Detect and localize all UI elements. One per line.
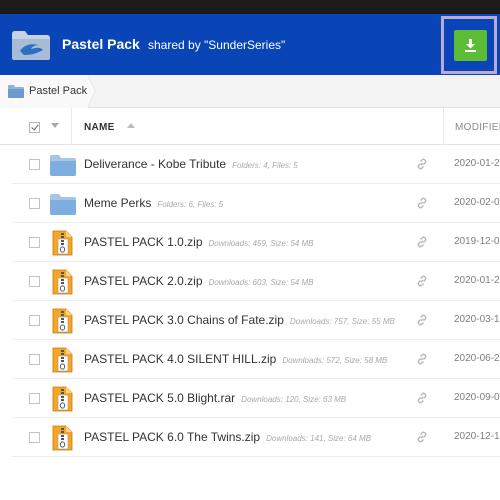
- modified-date: 2020-09-0: [454, 392, 500, 403]
- file-name[interactable]: PASTEL PACK 1.0.zip Downloads: 459, Size:…: [84, 235, 313, 249]
- file-name[interactable]: PASTEL PACK 3.0 Chains of Fate.zip Downlo…: [84, 313, 395, 327]
- modified-column-header[interactable]: MODIFIED: [455, 122, 500, 133]
- file-name[interactable]: PASTEL PACK 6.0 The Twins.zip Downloads: …: [84, 430, 371, 444]
- row-checkbox[interactable]: [29, 159, 40, 170]
- share-link-icon[interactable]: [416, 235, 428, 253]
- breadcrumb-separator-inner: [87, 75, 95, 108]
- name-column-header[interactable]: NAME: [84, 122, 115, 133]
- download-highlight: [441, 16, 497, 74]
- share-link-icon[interactable]: [416, 313, 428, 331]
- breadcrumb: Pastel Pack: [0, 75, 500, 108]
- modified-date: 2020-02-0: [454, 197, 500, 208]
- file-name[interactable]: PASTEL PACK 5.0 Blight.rar Downloads: 120…: [84, 391, 346, 405]
- file-name-label[interactable]: PASTEL PACK 4.0 SILENT HILL.zip: [84, 352, 276, 366]
- share-header: Pastel Pack shared by "SunderSeries": [0, 14, 500, 75]
- file-name[interactable]: PASTEL PACK 2.0.zip Downloads: 603, Size:…: [84, 274, 313, 288]
- file-meta: Folders: 4, Files: 5: [232, 161, 298, 170]
- row-checkbox[interactable]: [29, 237, 40, 248]
- zip-file-icon: [50, 386, 74, 417]
- column-header: [0, 108, 500, 145]
- share-link-icon[interactable]: [416, 391, 428, 409]
- share-link-icon[interactable]: [416, 157, 428, 175]
- table-row[interactable]: PASTEL PACK 3.0 Chains of Fate.zip Downlo…: [12, 301, 500, 340]
- row-checkbox[interactable]: [29, 393, 40, 404]
- table-row[interactable]: Meme Perks Folders: 6, Files: 5 2020-02-0: [12, 184, 500, 223]
- select-options-caret-icon[interactable]: [51, 123, 59, 128]
- row-checkbox[interactable]: [29, 198, 40, 209]
- file-name-label[interactable]: Deliverance - Kobe Tribute: [84, 157, 226, 171]
- file-name-label[interactable]: PASTEL PACK 2.0.zip: [84, 274, 203, 288]
- modified-date: 2020-06-2: [454, 353, 500, 364]
- table-row[interactable]: Deliverance - Kobe Tribute Folders: 4, Fi…: [12, 145, 500, 184]
- zip-file-icon: [50, 230, 74, 261]
- file-name-label[interactable]: PASTEL PACK 3.0 Chains of Fate.zip: [84, 313, 284, 327]
- modified-date: 2020-01-2: [454, 275, 500, 286]
- table-row[interactable]: PASTEL PACK 4.0 SILENT HILL.zip Downloads…: [12, 340, 500, 379]
- share-link-icon[interactable]: [416, 430, 428, 448]
- file-name-label[interactable]: PASTEL PACK 1.0.zip: [84, 235, 203, 249]
- share-link-icon[interactable]: [416, 352, 428, 370]
- select-all-checkbox[interactable]: [29, 122, 40, 133]
- folder-icon: [50, 193, 76, 220]
- share-link-icon[interactable]: [416, 196, 428, 214]
- breadcrumb-item-root[interactable]: Pastel Pack: [0, 75, 88, 108]
- file-meta: Downloads: 459, Size: 54 MB: [208, 239, 314, 248]
- table-row[interactable]: PASTEL PACK 6.0 The Twins.zip Downloads: …: [12, 418, 500, 457]
- zip-file-icon: [50, 347, 74, 378]
- folder-icon: [8, 85, 24, 98]
- download-icon: [465, 39, 476, 52]
- file-meta: Folders: 6, Files: 5: [157, 200, 224, 209]
- breadcrumb-label: Pastel Pack: [29, 85, 88, 97]
- file-name[interactable]: Deliverance - Kobe Tribute Folders: 4, Fi…: [84, 157, 298, 171]
- shared-folder-icon: [12, 31, 50, 60]
- table-row[interactable]: PASTEL PACK 5.0 Blight.rar Downloads: 120…: [12, 379, 500, 418]
- row-checkbox[interactable]: [29, 276, 40, 287]
- folder-icon: [50, 154, 76, 181]
- top-strip: [0, 0, 500, 14]
- sort-ascending-icon[interactable]: [127, 123, 135, 128]
- column-divider: [71, 108, 72, 145]
- row-checkbox[interactable]: [29, 315, 40, 326]
- column-divider: [443, 108, 444, 145]
- share-link-icon[interactable]: [416, 274, 428, 292]
- zip-file-icon: [50, 425, 74, 456]
- zip-file-icon: [50, 308, 74, 339]
- row-checkbox[interactable]: [29, 432, 40, 443]
- zip-file-icon: [50, 269, 74, 300]
- share-title: Pastel Pack: [62, 36, 140, 52]
- file-name-label[interactable]: PASTEL PACK 5.0 Blight.rar: [84, 391, 235, 405]
- modified-date: 2020-01-2: [454, 158, 500, 169]
- row-checkbox[interactable]: [29, 354, 40, 365]
- file-name-label[interactable]: Meme Perks: [84, 196, 151, 210]
- file-meta: Downloads: 603, Size: 54 MB: [208, 278, 314, 287]
- table-row[interactable]: PASTEL PACK 1.0.zip Downloads: 459, Size:…: [12, 223, 500, 262]
- file-name-label[interactable]: PASTEL PACK 6.0 The Twins.zip: [84, 430, 260, 444]
- modified-date: 2020-12-1: [454, 431, 500, 442]
- table-row[interactable]: PASTEL PACK 2.0.zip Downloads: 603, Size:…: [12, 262, 500, 301]
- file-name[interactable]: Meme Perks Folders: 6, Files: 5: [84, 196, 223, 210]
- modified-date: 2020-03-1: [454, 314, 500, 325]
- file-name[interactable]: PASTEL PACK 4.0 SILENT HILL.zip Downloads…: [84, 352, 387, 366]
- file-meta: Downloads: 120, Size: 63 MB: [241, 395, 347, 404]
- modified-date: 2019-12-0: [454, 236, 500, 247]
- download-all-button[interactable]: [454, 30, 487, 61]
- shared-by-label: shared by "SunderSeries": [148, 38, 286, 52]
- file-meta: Downloads: 141, Size: 64 MB: [266, 434, 372, 443]
- file-meta: Downloads: 572, Size: 58 MB: [282, 356, 388, 365]
- file-meta: Downloads: 757, Size: 55 MB: [289, 317, 395, 326]
